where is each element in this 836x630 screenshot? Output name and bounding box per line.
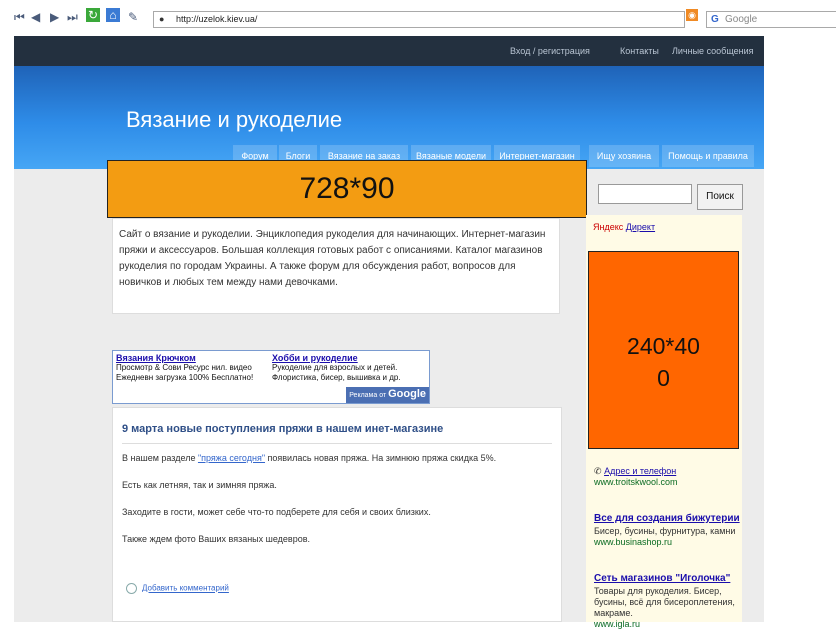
yarn-today-link[interactable]: "пряжа сегодня": [198, 453, 265, 463]
reload-icon[interactable]: ↻: [86, 8, 100, 22]
back-icon[interactable]: ◀: [31, 11, 40, 23]
yandex-label: Яндекс: [593, 222, 624, 232]
leaderboard-ad-placeholder[interactable]: 728*90: [107, 160, 587, 218]
google-ad-1[interactable]: Вязания Крючком Просмотр & Сови Ресурс н…: [116, 353, 253, 383]
ads-by-google-label[interactable]: Реклама от Google: [346, 387, 429, 403]
sidebar-ad-2-url[interactable]: www.businashop.ru: [594, 537, 744, 548]
top-user-bar: Вход / регистрация Контакты Личные сообщ…: [14, 36, 764, 66]
site-title[interactable]: Вязание и рукоделие: [126, 106, 342, 134]
sidebar-ad-2-title[interactable]: Все для создания бижутерии: [594, 513, 744, 524]
post-p1-start: В нашем разделе: [122, 453, 198, 463]
sidebar-ad-3-url[interactable]: www.igla.ru: [594, 619, 744, 630]
post-paragraph-4: Также ждем фото Ваших вязаных шедевров.: [122, 534, 311, 544]
add-comment-text: Добавить комментарий: [142, 583, 229, 593]
google-ad-2-line1: Рукоделие для взрослых и детей.: [272, 363, 398, 372]
google-brand-text: Google: [388, 388, 426, 400]
site-search-input[interactable]: [598, 184, 692, 204]
google-ad-1-line1: Просмотр & Сови Ресурс нил. видео: [116, 363, 252, 372]
url-text: http://uzelok.kiev.ua/: [176, 14, 258, 24]
rss-icon[interactable]: ◉: [686, 9, 698, 21]
search-button[interactable]: Поиск: [697, 184, 743, 210]
google-icon: G: [711, 14, 719, 25]
news-post: 9 марта новые поступления пряжи в нашем …: [112, 407, 562, 622]
google-ads-block: Вязания Крючком Просмотр & Сови Ресурс н…: [112, 350, 430, 404]
contacts-link[interactable]: Контакты: [620, 45, 659, 57]
comment-icon: [126, 583, 137, 594]
forward-icon[interactable]: ▶: [50, 11, 59, 23]
skyscraper-ad-size-2: 0: [657, 365, 670, 391]
browser-toolbar: ⏮ ◀ ▶ ⏭ ↻ ⌂ ✎ ● http://uzelok.kiev.ua/ ◉…: [0, 0, 836, 34]
messages-link[interactable]: Личные сообщения: [672, 45, 754, 57]
google-ad-2-title[interactable]: Хобби и рукоделие: [272, 353, 401, 363]
post-paragraph-3: Заходите в гости, может себе что-то подб…: [122, 507, 431, 517]
yandex-direct-label[interactable]: Яндекс Директ: [593, 222, 655, 232]
nav-help-rules[interactable]: Помощь и правила: [662, 145, 754, 167]
skyscraper-ad-size-1: 240*40: [627, 333, 700, 359]
sidebar-ad-3-title[interactable]: Сеть магазинов "Иголочка": [594, 573, 744, 584]
google-search-field[interactable]: G Google: [706, 11, 836, 28]
add-comment-link[interactable]: Добавить комментарий: [126, 583, 229, 594]
post-p1-end: появилась новая пряжа. На зимнюю пряжа с…: [265, 453, 497, 463]
login-link[interactable]: Вход / регистрация: [510, 45, 590, 57]
nav-find-owner[interactable]: Ищу хозяина: [589, 145, 659, 167]
intro-text: Сайт о вязание и рукоделии. Энциклопедия…: [119, 229, 546, 288]
site-favicon-icon: ●: [159, 14, 165, 24]
sidebar-ad-2-text: Бисер, бусины, фурнитура, камни: [594, 526, 736, 536]
sidebar-ad-2[interactable]: Все для создания бижутерии Бисер, бусины…: [594, 513, 744, 548]
skyscraper-ad-placeholder[interactable]: 240*40 0: [588, 251, 739, 449]
home-icon[interactable]: ⌂: [106, 8, 120, 22]
google-search-placeholder: Google: [725, 14, 758, 25]
post-paragraph-2: Есть как летняя, так и зимняя пряжа.: [122, 480, 277, 490]
google-ad-1-line2: Ежедневн загрузка 100% Бесплатно!: [116, 373, 254, 382]
ads-by-label: Реклама от: [349, 392, 387, 399]
phone-icon: ✆: [594, 466, 602, 476]
post-divider: [122, 443, 552, 444]
last-page-icon[interactable]: ⏭: [67, 11, 78, 23]
google-ad-2[interactable]: Хобби и рукоделие Рукоделие для взрослых…: [272, 353, 401, 383]
sidebar-ad-1-url[interactable]: www.troitskwool.com: [594, 477, 744, 488]
sidebar-ad-1[interactable]: ✆ Адрес и телефон www.troitskwool.com: [594, 466, 744, 488]
sidebar-ad-3[interactable]: Сеть магазинов "Иголочка" Товары для рук…: [594, 573, 744, 630]
post-paragraph-1: В нашем разделе "пряжа сегодня" появилас…: [122, 452, 496, 464]
first-page-icon[interactable]: ⏮: [14, 11, 25, 23]
site-intro: Сайт о вязание и рукоделии. Энциклопедия…: [112, 218, 560, 314]
post-title[interactable]: 9 марта новые поступления пряжи в нашем …: [122, 423, 443, 435]
edit-icon[interactable]: ✎: [128, 11, 138, 23]
google-ad-1-title[interactable]: Вязания Крючком: [116, 353, 253, 363]
sidebar-ad-1-text[interactable]: Адрес и телефон: [604, 466, 676, 476]
address-bar[interactable]: ● http://uzelok.kiev.ua/: [153, 11, 685, 28]
google-ad-2-line2: Флористика, бисер, вышивка и др.: [272, 373, 401, 382]
direct-label: Директ: [625, 222, 656, 232]
sidebar-ad-3-text: Товары для рукоделия. Бисер, бусины, всё…: [594, 586, 735, 618]
